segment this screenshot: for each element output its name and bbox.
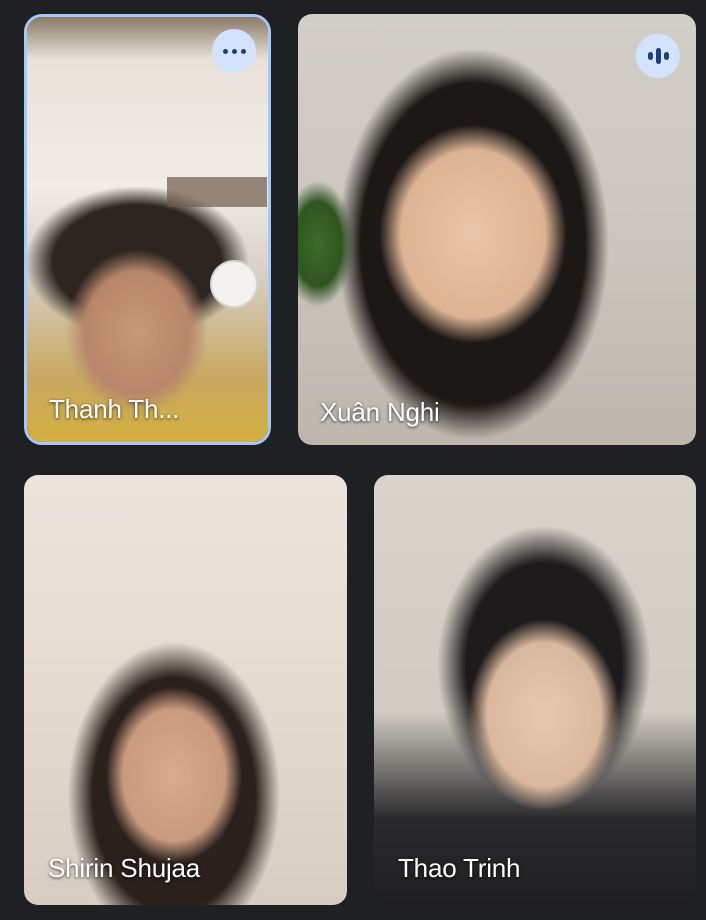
background-plant <box>298 164 368 324</box>
participant-name: Thao Trinh <box>398 853 521 883</box>
background-plate <box>212 262 256 306</box>
speaking-indicator <box>636 34 680 78</box>
participant-video <box>27 17 268 442</box>
participant-tile-thanh[interactable]: Thanh Th... <box>24 14 271 445</box>
more-options-button[interactable] <box>212 29 256 73</box>
participant-tile-xuan-nghi[interactable]: Xuân Nghi <box>298 14 696 445</box>
participant-name: Xuân Nghi <box>320 397 440 427</box>
participant-tile-shirin[interactable]: Shirin Shujaa <box>24 475 347 905</box>
participant-video <box>374 475 696 905</box>
video-call-grid: Thanh Th... Xuân Nghi Shirin Shujaa Thao… <box>0 0 706 920</box>
background-shelf <box>167 177 267 207</box>
participant-name: Shirin Shujaa <box>48 853 201 883</box>
audio-level-icon <box>647 48 669 64</box>
participant-video <box>24 475 347 905</box>
participant-tile-thao[interactable]: Thao Trinh <box>374 475 696 905</box>
participant-name: Thanh Th... <box>49 394 180 424</box>
more-horizontal-icon <box>222 48 246 54</box>
